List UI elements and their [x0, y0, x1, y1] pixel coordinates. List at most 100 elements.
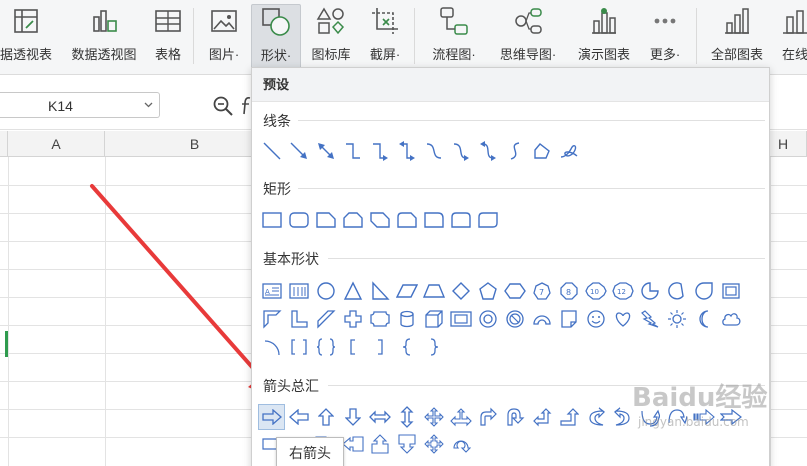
sun-shape[interactable] [663, 306, 690, 332]
no-symbol-shape[interactable] [501, 306, 528, 332]
curved-arrow-shape[interactable] [447, 138, 474, 164]
triangle-shape[interactable] [339, 278, 366, 304]
double-arrow-line-shape[interactable] [312, 138, 339, 164]
donut-shape[interactable] [474, 306, 501, 332]
folded-corner-shape[interactable] [555, 306, 582, 332]
curve-shape[interactable] [501, 138, 528, 164]
picture-button[interactable]: 图片· [201, 4, 247, 70]
elbow-connector-shape[interactable] [339, 138, 366, 164]
snip-diagonal-rectangle-shape[interactable] [366, 207, 393, 233]
left-right-up-arrow-shape[interactable] [447, 404, 474, 430]
down-arrow-callout-shape[interactable] [393, 431, 420, 457]
pivot-chart-button[interactable]: 数据透视图 [64, 4, 144, 70]
mindmap-button[interactable]: 思维导图· [490, 4, 566, 70]
chord-shape[interactable] [663, 278, 690, 304]
screenshot-button[interactable]: 截屏· [361, 4, 409, 70]
curved-double-arrow-shape[interactable] [474, 138, 501, 164]
vertical-text-box-shape[interactable] [285, 278, 312, 304]
freeform-shape[interactable] [528, 138, 555, 164]
up-down-arrow-shape[interactable] [393, 404, 420, 430]
table-button[interactable]: 表格 [148, 4, 188, 70]
decagon-shape[interactable]: 10 [582, 278, 609, 304]
curved-right-arrow-shape[interactable] [582, 404, 609, 430]
down-arrow-shape[interactable] [339, 404, 366, 430]
lightning-bolt-shape[interactable] [636, 306, 663, 332]
shape-button[interactable]: 形状· [251, 4, 301, 70]
round-same-side-rectangle-shape[interactable] [447, 207, 474, 233]
heptagon-shape[interactable]: 7 [528, 278, 555, 304]
circular-arrow-shape[interactable] [447, 431, 474, 457]
l-shape[interactable] [285, 306, 312, 332]
elbow-double-arrow-shape[interactable] [393, 138, 420, 164]
arrow-line-shape[interactable] [285, 138, 312, 164]
left-bracket-shape[interactable] [339, 334, 366, 360]
plaque-shape[interactable] [366, 306, 393, 332]
snip-round-rectangle-shape[interactable] [393, 207, 420, 233]
left-right-arrow-shape[interactable] [366, 404, 393, 430]
round-diagonal-rectangle-shape[interactable] [474, 207, 501, 233]
quad-arrow-shape[interactable] [420, 404, 447, 430]
dodecagon-shape[interactable]: 12 [609, 278, 636, 304]
half-frame-shape[interactable] [258, 306, 285, 332]
icon-library-button[interactable]: 图标库 [305, 4, 357, 70]
octagon-shape[interactable]: 8 [555, 278, 582, 304]
demo-chart-button[interactable]: 演示图表 [571, 4, 637, 70]
snip-corner-rectangle-shape[interactable] [312, 207, 339, 233]
rectangle-shape[interactable] [258, 207, 285, 233]
oval-shape[interactable] [312, 278, 339, 304]
quad-arrow-callout-shape[interactable] [420, 431, 447, 457]
hexagon-shape[interactable] [501, 278, 528, 304]
right-bracket-shape[interactable] [366, 334, 393, 360]
right-triangle-shape[interactable] [366, 278, 393, 304]
left-brace-shape[interactable] [393, 334, 420, 360]
bent-arrow-shape[interactable] [474, 404, 501, 430]
more-button[interactable]: 更多· [641, 4, 689, 70]
can-shape[interactable] [393, 306, 420, 332]
snip-same-side-rectangle-shape[interactable] [339, 207, 366, 233]
pie-shape[interactable] [636, 278, 663, 304]
cross-shape[interactable] [339, 306, 366, 332]
pentagon-shape[interactable] [474, 278, 501, 304]
up-arrow-callout-shape[interactable] [366, 431, 393, 457]
round-single-corner-rectangle-shape[interactable] [420, 207, 447, 233]
pivot-table-button[interactable]: 据透视表 [0, 4, 56, 70]
left-arrow-shape[interactable] [285, 404, 312, 430]
right-brace-shape[interactable] [420, 334, 447, 360]
online-button[interactable]: 在线 [775, 4, 807, 70]
all-charts-button[interactable]: 全部图表 [703, 4, 771, 70]
picture-icon [208, 4, 240, 38]
moon-shape[interactable] [690, 306, 717, 332]
teardrop-shape[interactable] [690, 278, 717, 304]
elbow-arrow-shape[interactable] [366, 138, 393, 164]
double-bracket-shape[interactable] [285, 334, 312, 360]
arc-shape[interactable] [258, 334, 285, 360]
name-box[interactable]: K14 [0, 92, 160, 118]
section-basic-shapes: 基本形状 [263, 251, 319, 267]
watermark-url: jingyan.baidu.com [637, 415, 749, 429]
parallelogram-shape[interactable] [393, 278, 420, 304]
heart-shape[interactable] [609, 306, 636, 332]
smiley-face-shape[interactable] [582, 306, 609, 332]
line-shape[interactable] [258, 138, 285, 164]
block-arc-shape[interactable] [528, 306, 555, 332]
cube-shape[interactable] [420, 306, 447, 332]
u-turn-arrow-shape[interactable] [501, 404, 528, 430]
up-arrow-shape[interactable] [312, 404, 339, 430]
double-brace-shape[interactable] [312, 334, 339, 360]
bevel-shape[interactable] [447, 306, 474, 332]
scribble-shape[interactable] [555, 138, 582, 164]
rounded-rectangle-shape[interactable] [285, 207, 312, 233]
trapezoid-shape[interactable] [420, 278, 447, 304]
cloud-shape[interactable] [717, 306, 744, 332]
zoom-icon[interactable] [212, 95, 234, 117]
frame-shape[interactable] [717, 278, 744, 304]
right-arrow-shape[interactable] [258, 404, 285, 430]
left-up-arrow-shape[interactable] [528, 404, 555, 430]
text-box-shape[interactable]: A [258, 278, 285, 304]
diagonal-stripe-shape[interactable] [312, 306, 339, 332]
picture-label: 图片· [208, 47, 240, 62]
bent-up-arrow-shape[interactable] [555, 404, 582, 430]
flowchart-button[interactable]: 流程图· [421, 4, 487, 70]
diamond-shape[interactable] [447, 278, 474, 304]
curved-connector-shape[interactable] [420, 138, 447, 164]
